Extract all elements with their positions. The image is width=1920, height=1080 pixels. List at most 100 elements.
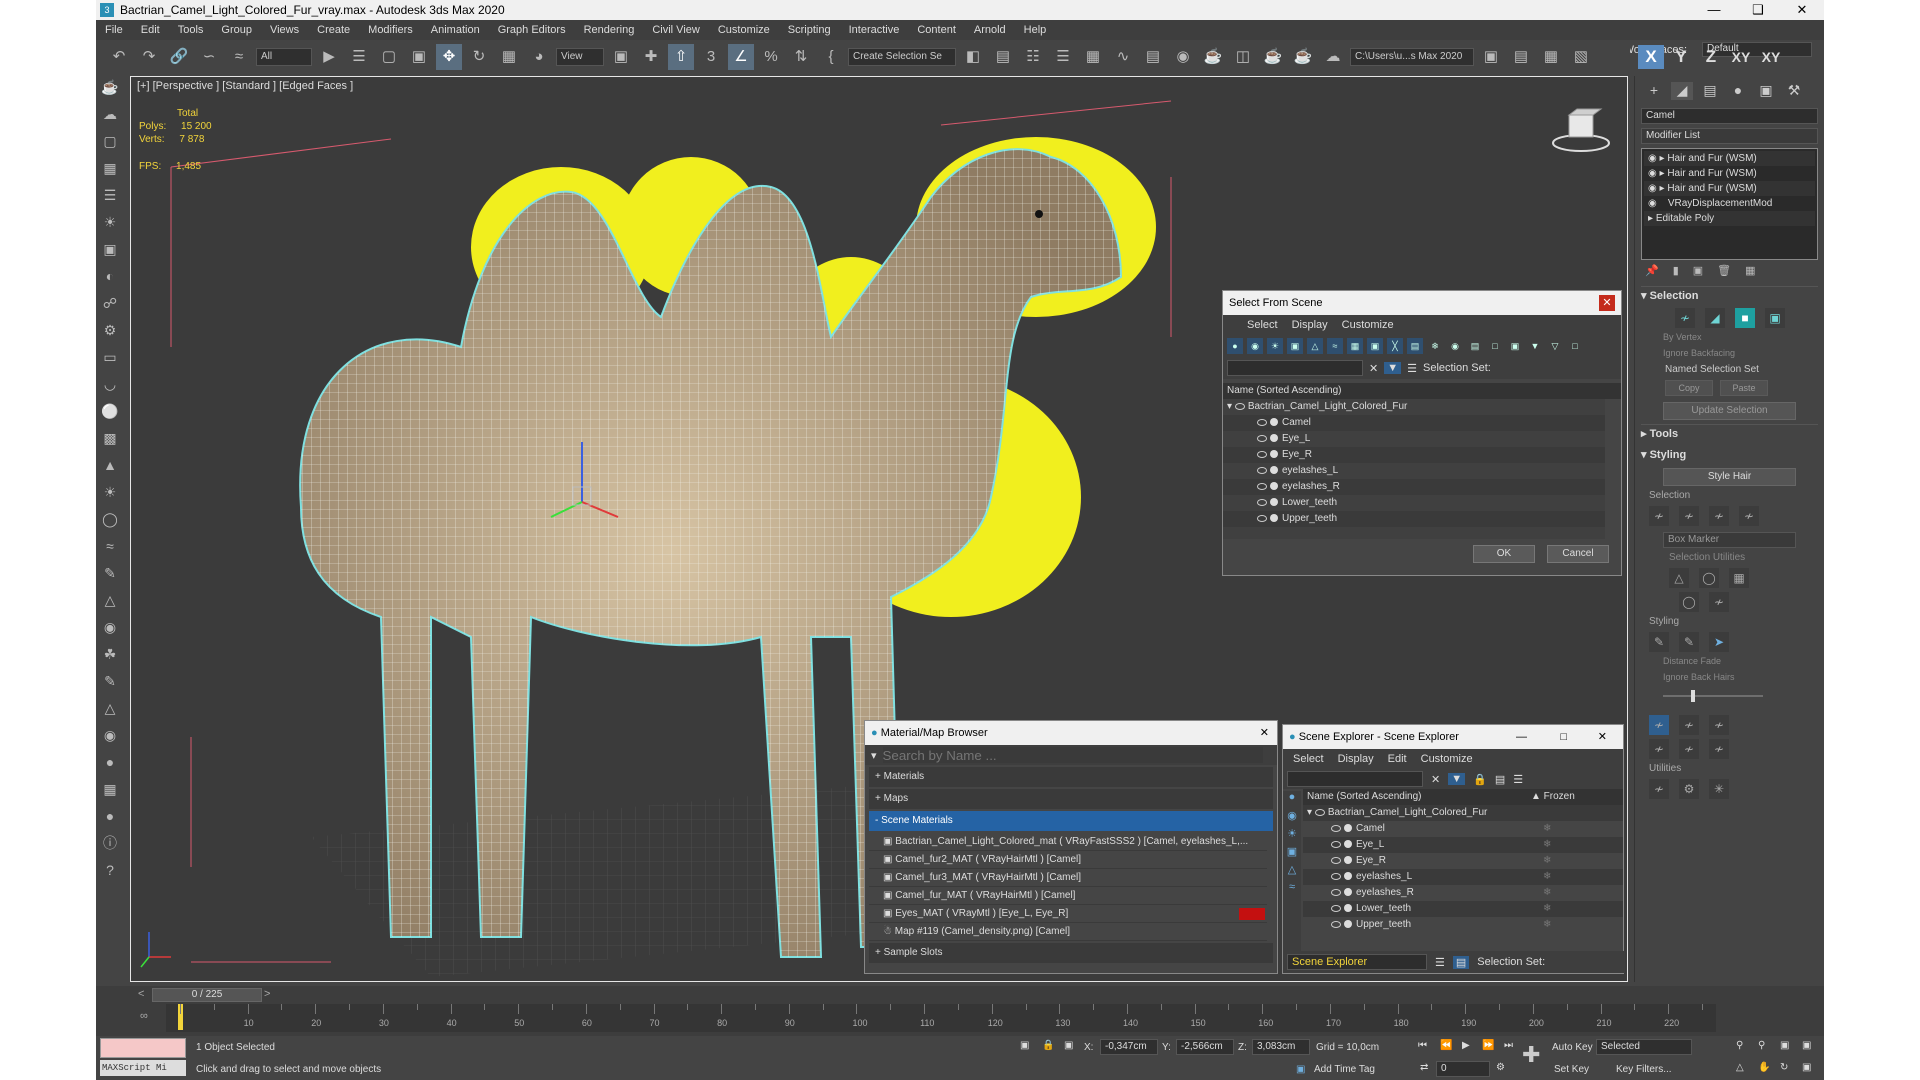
util-icon-2[interactable]: ◯ <box>1699 568 1719 588</box>
material-row[interactable]: ▣ Camel_fur2_MAT ( VRayHairMtl ) [Camel] <box>869 851 1267 869</box>
select-object-icon[interactable]: ▶ <box>316 44 342 70</box>
place-icon[interactable]: ◕ <box>526 44 552 70</box>
filter-cameras-icon[interactable]: ▣ <box>1287 338 1303 354</box>
styling-rollout[interactable]: ▾ Styling <box>1641 446 1818 464</box>
globe-icon[interactable]: ◉ <box>96 722 124 749</box>
rendered-frame-icon[interactable]: ◫ <box>1230 44 1256 70</box>
fov-icon[interactable]: △ <box>1736 1062 1744 1073</box>
spinner-snap-icon[interactable]: ⇅ <box>788 44 814 70</box>
render-icon[interactable]: ☕ <box>1260 44 1286 70</box>
motion-tab-icon[interactable]: ● <box>1727 82 1749 100</box>
menu-interactive[interactable]: Interactive <box>840 24 909 36</box>
material-row[interactable]: ▣ Camel_fur3_MAT ( VRayHairMtl ) [Camel] <box>869 869 1267 887</box>
hair-icon[interactable]: ≈ <box>96 533 124 560</box>
material-editor-icon[interactable]: ◉ <box>1170 44 1196 70</box>
select-none-icon[interactable]: □ <box>1487 338 1503 354</box>
tree-row[interactable]: Upper_teeth <box>1223 511 1605 527</box>
snaps-toggle-icon[interactable]: 3 <box>698 44 724 70</box>
sfs-search-input[interactable] <box>1227 360 1363 376</box>
stack-item[interactable]: ◉ ▸ Hair and Fur (WSM) <box>1644 181 1815 196</box>
ignore-back-hairs-checkbox[interactable]: Ignore Back Hairs <box>1663 672 1796 686</box>
isolate-icon[interactable]: ▣ <box>1020 1040 1029 1051</box>
menu-animation[interactable]: Animation <box>422 24 489 36</box>
redo-icon[interactable]: ↷ <box>136 44 162 70</box>
set-key-button[interactable]: Set Key <box>1554 1064 1589 1075</box>
se-filter-icon[interactable]: ▼ <box>1448 773 1466 785</box>
time-next-icon[interactable]: > <box>264 988 270 1000</box>
se-maximize-icon[interactable]: □ <box>1560 725 1567 749</box>
close-icon[interactable]: ✕ <box>1780 0 1824 20</box>
cancel-button[interactable]: Cancel <box>1547 545 1609 563</box>
guides-icon[interactable]: ≁ <box>1675 308 1695 328</box>
element-icon[interactable]: ▣ <box>1765 308 1785 328</box>
layer-explorer-icon[interactable]: ☰ <box>1050 44 1076 70</box>
toggle-panel2-icon[interactable]: ▧ <box>1568 44 1594 70</box>
se-geom-icon[interactable]: ● <box>1283 791 1301 809</box>
se-hierarchy-icon[interactable]: ☰ <box>1513 773 1523 786</box>
stack-item[interactable]: ◉ ▸ Hair and Fur (WSM) <box>1644 166 1815 181</box>
ok-button[interactable]: OK <box>1473 545 1535 563</box>
paste-button[interactable]: Paste <box>1720 380 1769 396</box>
help-icon[interactable]: ? <box>96 857 124 884</box>
viewport-label[interactable]: [+] [Perspective ] [Standard ] [Edged Fa… <box>137 80 353 92</box>
style-hair-button[interactable]: Style Hair <box>1663 468 1796 486</box>
se-lock-icon[interactable]: 🔒 <box>1473 773 1487 786</box>
time-tag-icon[interactable]: ▣ <box>1296 1064 1305 1075</box>
modifier-list-dropdown[interactable]: Modifier List <box>1641 128 1818 144</box>
grid-icon[interactable]: ▦ <box>96 155 124 182</box>
absolute-mode-icon[interactable]: ▣ <box>1064 1040 1073 1051</box>
style-tool-1-icon[interactable]: ≁ <box>1649 715 1669 735</box>
se-menu-edit[interactable]: Edit <box>1388 753 1407 765</box>
orbit-icon[interactable]: ↻ <box>1780 1062 1788 1073</box>
plane-icon[interactable]: ▭ <box>96 344 124 371</box>
comb-icon[interactable]: ✎ <box>1649 632 1669 652</box>
hair-select2-icon[interactable]: ≁ <box>1679 506 1699 526</box>
goto-end-icon[interactable]: ⏭ <box>1504 1040 1513 1051</box>
style-tool-2-icon[interactable]: ≁ <box>1679 715 1699 735</box>
se-minimize-icon[interactable]: — <box>1516 725 1527 749</box>
se-shape-icon[interactable]: ◉ <box>1283 809 1301 827</box>
project-folder-icon[interactable]: ▣ <box>1478 44 1504 70</box>
cone-icon[interactable]: ▲ <box>96 452 124 479</box>
close-icon[interactable]: ✕ <box>1599 295 1615 311</box>
named-selection-dropdown[interactable]: Create Selection Se <box>848 48 956 66</box>
se-tree-row[interactable]: eyelashes_L ❄ <box>1303 869 1623 885</box>
map-icon[interactable]: ▦ <box>96 776 124 803</box>
filter-containers-icon[interactable]: ▤ <box>1407 338 1423 354</box>
sfs-menu-display[interactable]: Display <box>1292 319 1328 331</box>
paint-icon[interactable]: ✎ <box>96 560 124 587</box>
menu-arnold[interactable]: Arnold <box>965 24 1015 36</box>
menu-content[interactable]: Content <box>908 24 965 36</box>
se-menu-customize[interactable]: Customize <box>1421 753 1473 765</box>
filter-shapes-icon[interactable]: ◉ <box>1247 338 1263 354</box>
window-crossing-icon[interactable]: ▣ <box>406 44 432 70</box>
style-tool-6-icon[interactable]: ≁ <box>1709 739 1729 759</box>
x-coordinate-field[interactable]: -0,347cm <box>1100 1039 1158 1055</box>
filter-helpers-icon[interactable]: △ <box>1307 338 1323 354</box>
select-by-name-icon[interactable]: ☰ <box>346 44 372 70</box>
utility-2-icon[interactable]: ⚙ <box>1679 779 1699 799</box>
material-row[interactable]: ▣ Bactrian_Camel_Light_Colored_mat ( VRa… <box>869 833 1267 851</box>
maxscript-mini[interactable]: MAXScript Mi <box>100 1060 186 1076</box>
hemisphere-icon[interactable]: ◡ <box>96 371 124 398</box>
se-menu-display[interactable]: Display <box>1338 753 1374 765</box>
menu-graph-editors[interactable]: Graph Editors <box>489 24 575 36</box>
tree-row[interactable]: eyelashes_L <box>1223 463 1605 479</box>
tools-rollout[interactable]: ▸ Tools <box>1641 424 1818 442</box>
filter-funnel-icon[interactable]: ▼ <box>1527 338 1543 354</box>
cylinder-icon[interactable]: ▩ <box>96 425 124 452</box>
update-selection-button[interactable]: Update Selection <box>1663 402 1796 420</box>
stack-item[interactable]: ◉ ▸ Hair and Fur (WSM) <box>1644 151 1815 166</box>
zoom-extents-icon[interactable]: ▣ <box>1780 1040 1789 1051</box>
sfs-menu-select[interactable]: Select <box>1247 319 1278 331</box>
select-scale-icon[interactable]: ▦ <box>496 44 522 70</box>
system-icon[interactable]: ⚙ <box>96 317 124 344</box>
menu-help[interactable]: Help <box>1015 24 1056 36</box>
key-filters-button[interactable]: Key Filters... <box>1616 1064 1672 1075</box>
mb-close-icon[interactable]: ✕ <box>1260 721 1269 745</box>
se-frozen-column[interactable]: ▲ Frozen <box>1531 789 1575 805</box>
layers-icon[interactable]: ☰ <box>1407 362 1417 375</box>
zoom-all-icon[interactable]: ⚲ <box>1758 1040 1765 1051</box>
stack-item[interactable]: ▸ Editable Poly <box>1644 211 1815 226</box>
axis-xy-button[interactable]: XY <box>1728 45 1754 69</box>
